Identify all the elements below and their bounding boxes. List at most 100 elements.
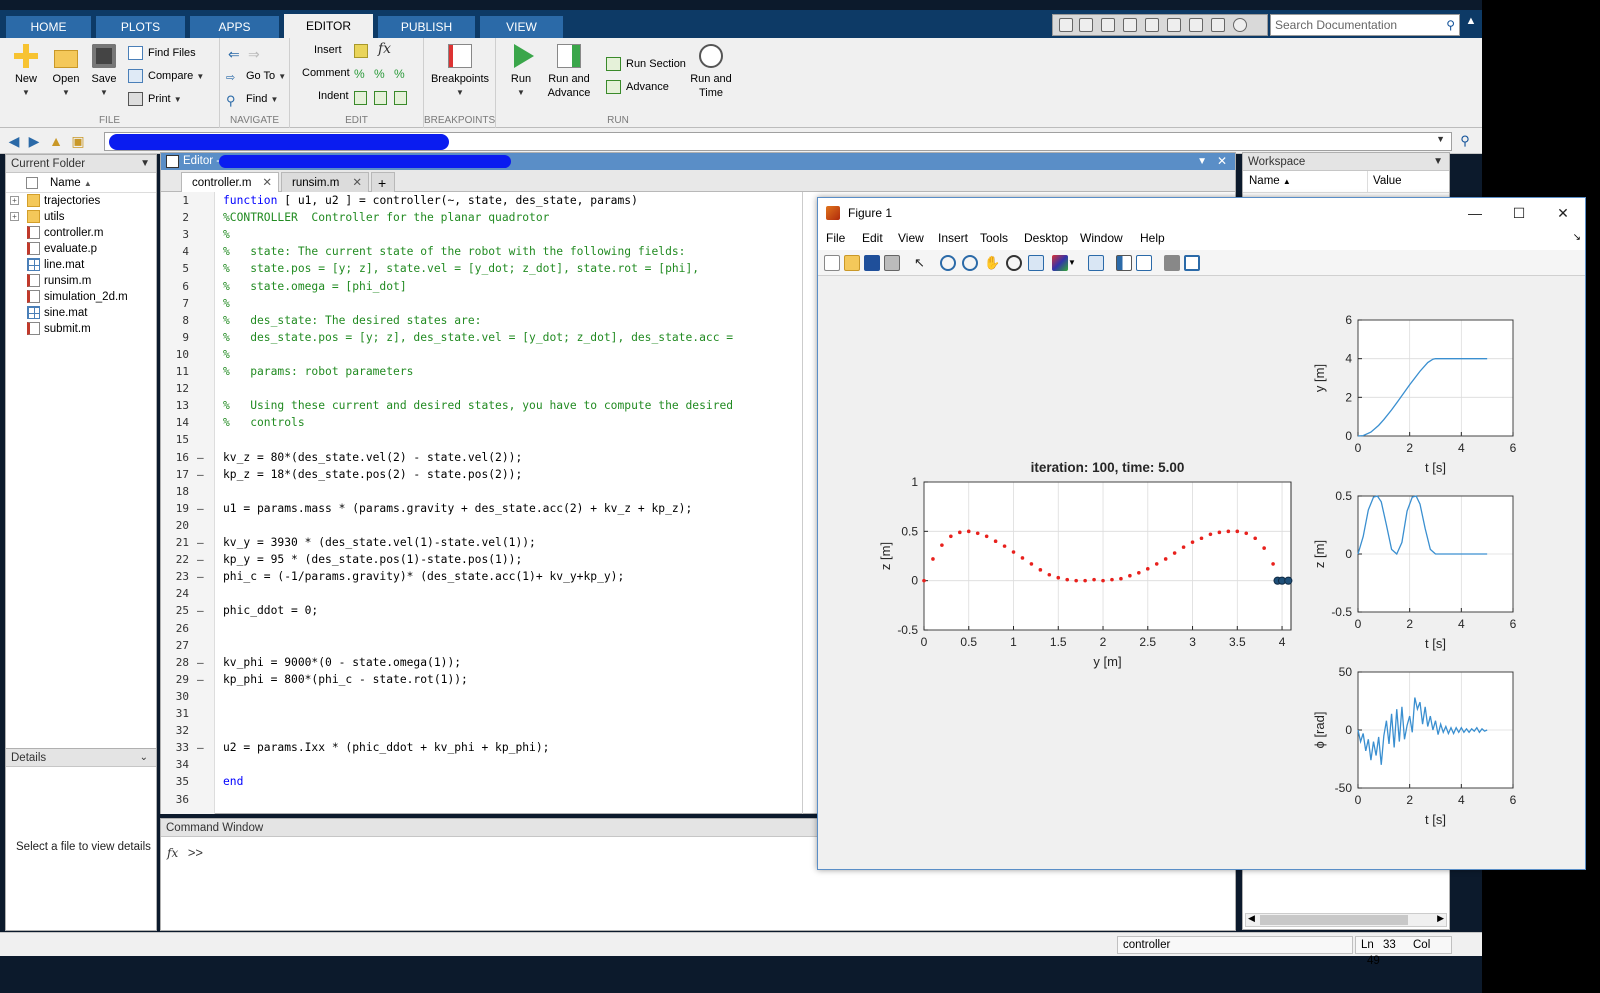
line-number[interactable]: 20 xyxy=(161,519,189,532)
zoom-out-icon[interactable] xyxy=(962,255,978,271)
breakpoint-marker[interactable]: — xyxy=(197,604,204,617)
close-icon[interactable]: ✕ xyxy=(1541,198,1585,228)
menu-tools[interactable]: Tools xyxy=(980,231,1008,245)
line-number[interactable]: 15 xyxy=(161,433,189,446)
horizontal-scrollbar[interactable]: ◀ ▶ xyxy=(1245,913,1447,927)
pan-hand-icon[interactable]: ✋ xyxy=(984,255,1000,271)
indent-label[interactable]: Indent xyxy=(318,90,349,102)
tab-apps[interactable]: APPS xyxy=(190,16,280,38)
tab-editor[interactable]: EDITOR xyxy=(284,14,374,38)
tab-runsim-m[interactable]: runsim.m ✕ xyxy=(281,172,369,192)
line-number[interactable]: 6 xyxy=(161,280,189,293)
tab-plots[interactable]: PLOTS xyxy=(96,16,186,38)
breakpoint-marker[interactable]: — xyxy=(197,570,204,583)
insert-label[interactable]: Insert xyxy=(314,44,342,56)
zoom-in-icon[interactable] xyxy=(940,255,956,271)
tab-view[interactable]: VIEW xyxy=(480,16,564,38)
line-number[interactable]: 22 xyxy=(161,553,189,566)
browse-folder-icon[interactable]: ▣ xyxy=(70,133,86,149)
breakpoint-marker[interactable]: — xyxy=(197,553,204,566)
fx-icon[interactable]: fx xyxy=(167,846,178,860)
file-row[interactable]: submit.m xyxy=(6,321,156,337)
paste-icon[interactable] xyxy=(1145,18,1159,32)
current-path-input[interactable]: ▼ xyxy=(104,132,1452,151)
help-icon[interactable] xyxy=(1233,18,1247,32)
comment-label[interactable]: Comment xyxy=(302,67,350,79)
open-file-icon[interactable] xyxy=(844,255,860,271)
line-number[interactable]: 13 xyxy=(161,399,189,412)
run-section-button[interactable]: Run Section xyxy=(606,55,686,73)
breakpoints-button[interactable]: Breakpoints ▼ xyxy=(428,38,492,100)
line-number[interactable]: 23 xyxy=(161,570,189,583)
code-line[interactable]: % xyxy=(223,348,230,361)
code-line[interactable]: kv_phi = 9000*(0 - state.omega(1)); xyxy=(223,656,461,669)
line-number[interactable]: 32 xyxy=(161,724,189,737)
line-number[interactable]: 12 xyxy=(161,382,189,395)
code-line[interactable]: end xyxy=(223,775,243,788)
scroll-right-icon[interactable]: ▶ xyxy=(1437,913,1444,924)
code-line[interactable]: phi_c = (-1/params.gravity)* (des_state.… xyxy=(223,570,624,583)
scroll-left-icon[interactable]: ◀ xyxy=(1248,913,1255,924)
up-folder-icon[interactable]: ▲ xyxy=(48,133,64,149)
code-line[interactable]: phic_ddot = 0; xyxy=(223,604,318,617)
run-and-advance-button[interactable]: Run and Advance xyxy=(542,38,596,100)
breakpoint-marker[interactable]: — xyxy=(197,451,204,464)
file-row[interactable]: sine.mat xyxy=(6,305,156,321)
find-button[interactable]: ⚲ Find ▼ xyxy=(226,90,278,108)
menu-view[interactable]: View xyxy=(898,231,924,245)
code-line[interactable]: %CONTROLLER Controller for the planar qu… xyxy=(223,211,549,224)
data-cursor-icon[interactable] xyxy=(1028,255,1044,271)
line-number[interactable]: 11 xyxy=(161,365,189,378)
line-number[interactable]: 4 xyxy=(161,245,189,258)
expand-icon[interactable]: + xyxy=(10,212,19,221)
back-icon[interactable]: ◀ xyxy=(6,133,22,149)
line-number[interactable]: 10 xyxy=(161,348,189,361)
breakpoint-marker[interactable]: — xyxy=(197,468,204,481)
dock-arrow-icon[interactable]: ↘ xyxy=(1573,232,1581,243)
cut-icon[interactable] xyxy=(1101,18,1115,32)
menu-edit[interactable]: Edit xyxy=(862,231,883,245)
path-dropdown-icon[interactable]: ▼ xyxy=(1436,134,1445,144)
breakpoint-marker[interactable]: — xyxy=(197,673,204,686)
ws-value-column[interactable]: Value xyxy=(1373,175,1402,187)
expand-icon[interactable]: + xyxy=(10,196,19,205)
line-number[interactable]: 3 xyxy=(161,228,189,241)
code-line[interactable]: kv_z = 80*(des_state.vel(2) - state.vel(… xyxy=(223,451,522,464)
command-prompt[interactable]: fx >> xyxy=(167,845,203,860)
code-line[interactable]: % Using these current and desired states… xyxy=(223,399,733,412)
line-number[interactable]: 29 xyxy=(161,673,189,686)
line-number[interactable]: 9 xyxy=(161,331,189,344)
find-files-button[interactable]: Find Files xyxy=(128,44,196,62)
panel-menu-icon[interactable]: ▼ xyxy=(140,155,150,173)
ws-name-column[interactable]: Name ▲ xyxy=(1249,175,1291,187)
run-button[interactable]: Run ▼ xyxy=(498,38,544,100)
tab-publish[interactable]: PUBLISH xyxy=(378,16,476,38)
decrease-indent-icon[interactable] xyxy=(394,91,407,105)
advance-button[interactable]: Advance xyxy=(606,78,669,96)
code-line[interactable]: % xyxy=(223,297,230,310)
file-row[interactable]: simulation_2d.m xyxy=(6,289,156,305)
copy-icon[interactable] xyxy=(1123,18,1137,32)
tab-home[interactable]: HOME xyxy=(6,16,92,38)
menu-desktop[interactable]: Desktop xyxy=(1024,231,1068,245)
code-line[interactable]: % params: robot parameters xyxy=(223,365,413,378)
line-number[interactable]: 31 xyxy=(161,707,189,720)
editor-menu-icon[interactable]: ▼ xyxy=(1197,153,1207,170)
close-tab-icon[interactable]: ✕ xyxy=(262,173,272,193)
details-header[interactable]: Details ⌄ xyxy=(6,749,156,767)
file-row[interactable]: evaluate.p xyxy=(6,241,156,257)
pointer-icon[interactable]: ↖ xyxy=(914,255,930,271)
code-line[interactable]: kv_y = 3930 * (des_state.vel(1)-state.ve… xyxy=(223,536,536,549)
comment-percent-icon[interactable]: % xyxy=(354,67,365,81)
increase-indent-icon[interactable] xyxy=(374,91,387,105)
shortcut-icon[interactable] xyxy=(1059,18,1073,32)
search-documentation-input[interactable]: Search Documentation ⚲ xyxy=(1270,14,1460,36)
save-figure-icon[interactable] xyxy=(864,255,880,271)
brush-icon[interactable] xyxy=(1052,255,1068,271)
code-line[interactable]: % xyxy=(223,228,230,241)
menu-window[interactable]: Window xyxy=(1080,231,1123,245)
link-plot-icon[interactable] xyxy=(1088,255,1104,271)
file-row[interactable]: runsim.m xyxy=(6,273,156,289)
line-number[interactable]: 19 xyxy=(161,502,189,515)
line-number[interactable]: 5 xyxy=(161,262,189,275)
